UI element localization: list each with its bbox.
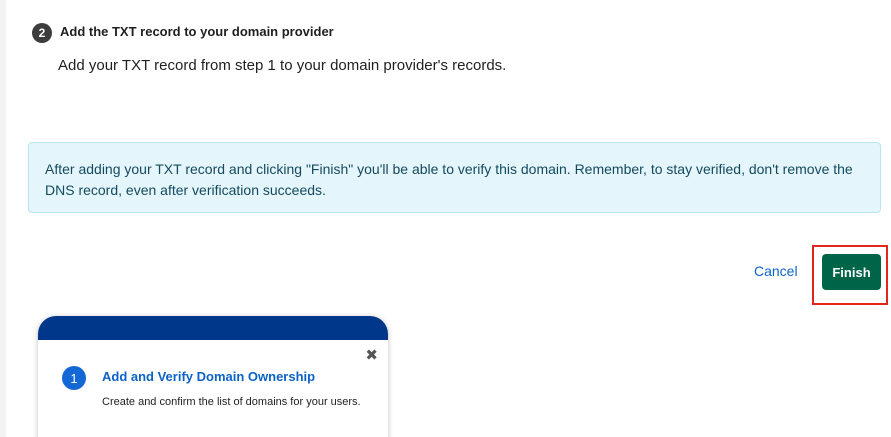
step-2-title: Add the TXT record to your domain provid…	[60, 24, 334, 39]
step-2-number-badge: 2	[32, 23, 52, 43]
guide-step-number-badge: 1	[62, 366, 86, 390]
page: 2 Add the TXT record to your domain prov…	[0, 0, 891, 437]
guide-step-description: Create and confirm the list of domains f…	[102, 396, 361, 408]
step-2-header: 2 Add the TXT record to your domain prov…	[32, 20, 334, 43]
step-2-description: Add your TXT record from step 1 to your …	[58, 57, 507, 74]
finish-button[interactable]: Finish	[822, 254, 881, 290]
left-border	[0, 0, 6, 437]
guide-step-title[interactable]: Add and Verify Domain Ownership	[102, 369, 315, 384]
info-banner: After adding your TXT record and clickin…	[28, 142, 881, 213]
guide-panel-header	[38, 316, 388, 340]
cancel-button[interactable]: Cancel	[754, 263, 798, 279]
close-icon[interactable]: ✖	[365, 346, 378, 364]
setup-guide-panel: ✖ 1 Add and Verify Domain Ownership Crea…	[38, 316, 388, 437]
